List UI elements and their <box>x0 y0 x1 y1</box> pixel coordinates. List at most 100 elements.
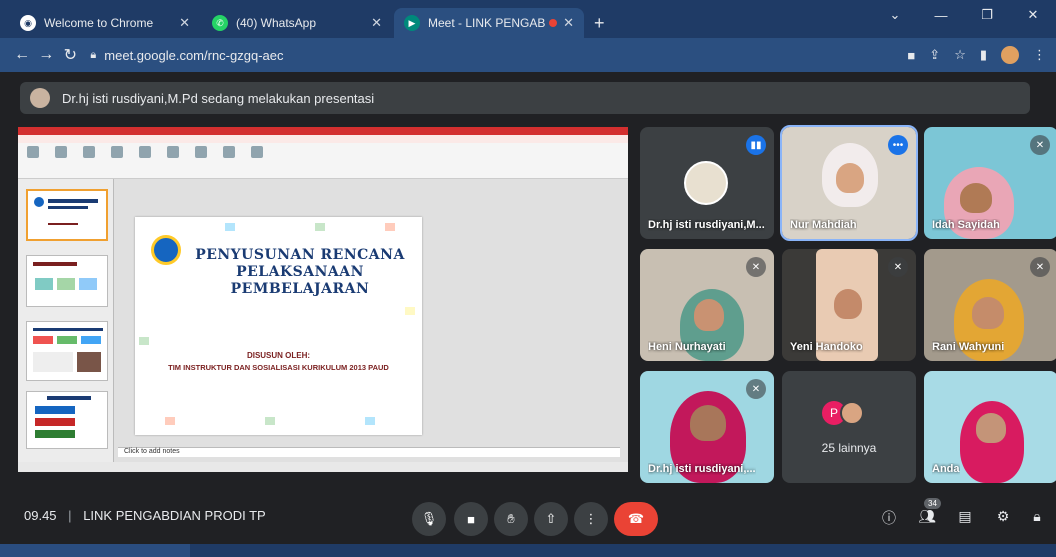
tab-meet[interactable]: ▶ Meet - LINK PENGABDIAN P ✕ <box>394 8 584 38</box>
slide-title-line: PELAKSANAAN <box>236 264 364 280</box>
slide-decoration <box>139 337 149 345</box>
participant-video <box>960 183 992 213</box>
slide-thumbnail <box>26 321 108 381</box>
share-icon[interactable]: ⇪ <box>929 47 940 63</box>
leave-call-button[interactable]: ☎︎ <box>614 502 658 536</box>
close-window-icon[interactable]: ✕ <box>1010 0 1056 30</box>
ribbon-button <box>22 146 44 175</box>
ribbon-button <box>218 146 240 175</box>
present-button[interactable]: ⇧ <box>534 502 568 536</box>
host-controls-icon[interactable]: 🔒︎ <box>1026 508 1048 525</box>
slide-title-line: PENYUSUNAN RENCANA <box>195 247 405 263</box>
mic-off-icon: ✕ <box>1030 257 1050 277</box>
meeting-info: 09.45 | LINK PENGABDIAN PRODI TP <box>24 508 266 523</box>
recording-icon <box>549 19 558 27</box>
ribbon-button <box>78 146 100 175</box>
ribbon-button <box>162 146 184 175</box>
camera-in-use-icon[interactable]: ■ <box>907 48 915 63</box>
more-options-icon[interactable]: ••• <box>888 135 908 155</box>
slide-decoration <box>405 307 415 315</box>
ribbon-button <box>134 146 156 175</box>
close-icon[interactable]: ✕ <box>179 15 190 31</box>
chat-icon[interactable]: ▤ <box>954 508 976 525</box>
participant-tile[interactable]: ✕ Rani Wahyuni <box>924 249 1056 361</box>
tab-bar: ◉ Welcome to Chrome ✕ ✆ (40) WhatsApp ✕ … <box>0 0 1056 38</box>
meeting-name: LINK PENGABDIAN PRODI TP <box>83 508 266 523</box>
meeting-details-icon[interactable]: ⓘ <box>878 508 900 528</box>
activities-icon[interactable]: ⚙︎ <box>992 508 1014 525</box>
people-icon[interactable]: 34 👥︎ <box>916 498 941 525</box>
whatsapp-icon: ✆ <box>212 15 228 31</box>
sidebar-icon[interactable]: ▮ <box>980 47 987 63</box>
restore-icon[interactable]: ❐ <box>964 0 1010 30</box>
participant-video <box>834 289 862 319</box>
ribbon-button <box>246 146 268 175</box>
speaking-icon: ▮▮ <box>746 135 766 155</box>
presenter-avatar <box>30 88 50 108</box>
menu-icon[interactable]: ⋮ <box>1033 47 1046 63</box>
participant-avatar <box>684 161 728 205</box>
participant-tile[interactable]: ✕ Dr.hj isti rusdiyani,... <box>640 371 774 483</box>
powerpoint-titlebar <box>18 127 628 135</box>
minimize-icon[interactable]: — <box>918 0 964 30</box>
powerpoint-ribbon-tabs <box>18 135 628 143</box>
chrome-icon: ◉ <box>20 15 36 31</box>
powerpoint-ribbon <box>18 143 628 179</box>
participant-video <box>976 413 1006 443</box>
people-count-badge: 34 <box>924 498 941 509</box>
taskbar-search[interactable] <box>0 544 190 557</box>
slide-decoration <box>165 417 175 425</box>
reload-icon[interactable]: ↻ <box>58 45 82 65</box>
slide-decoration <box>225 223 235 231</box>
forward-icon[interactable]: → <box>34 46 58 64</box>
browser-tools: ■ ⇪ ☆ ▮ ⋮ <box>907 46 1046 64</box>
tab-welcome-chrome[interactable]: ◉ Welcome to Chrome ✕ <box>10 8 200 38</box>
participant-tile[interactable]: ••• Nur Mahdiah <box>780 125 918 241</box>
slide-decoration <box>365 417 375 425</box>
participant-tile[interactable]: ✕ Yeni Handoko <box>782 249 916 361</box>
bookmark-star-icon[interactable]: ☆ <box>954 47 966 63</box>
url-field[interactable]: 🔒︎ meet.google.com/rnc-gzgq-aec <box>90 43 907 67</box>
ribbon-button <box>190 146 212 175</box>
close-icon[interactable]: ✕ <box>563 15 574 31</box>
profile-avatar[interactable] <box>1001 46 1019 64</box>
slide-notes: Click to add notes <box>118 447 620 457</box>
camera-button[interactable]: ■ <box>454 502 488 536</box>
more-options-button[interactable]: ⋮ <box>574 502 608 536</box>
new-tab-button[interactable]: + <box>586 8 613 38</box>
slide-author-label: DISUSUN OLEH: <box>246 351 311 360</box>
lock-icon[interactable]: 🔒︎ <box>90 49 96 62</box>
participant-tile[interactable]: ✕ Heni Nurhayati <box>640 249 774 361</box>
address-bar: ← → ↻ 🔒︎ meet.google.com/rnc-gzgq-aec ■ … <box>0 38 1056 72</box>
participant-tile[interactable]: ✕ Idah Sayidah <box>924 127 1056 239</box>
os-taskbar <box>0 544 1056 557</box>
tab-whatsapp[interactable]: ✆ (40) WhatsApp ✕ <box>202 8 392 38</box>
mic-off-icon: ✕ <box>746 257 766 277</box>
tut-wuri-handayani-logo <box>151 235 181 265</box>
participant-name: Anda <box>932 463 960 475</box>
participant-name: Heni Nurhayati <box>648 341 726 353</box>
tab-search-icon[interactable]: ⌄ <box>872 0 918 30</box>
participant-name: Yeni Handoko <box>790 341 863 353</box>
participant-tile[interactable]: Anda <box>924 371 1056 483</box>
participant-tile-overflow[interactable]: P 25 lainnya <box>782 371 916 483</box>
slide-thumbnail <box>26 189 108 241</box>
participant-tile[interactable]: ▮▮ Dr.hj isti rusdiyani,M... <box>640 127 774 239</box>
raise-hand-button[interactable]: ✋︎ <box>494 502 528 536</box>
microphone-button[interactable]: 🎙︎ <box>412 502 446 536</box>
slide-decoration <box>315 223 325 231</box>
meeting-time: 09.45 <box>24 508 57 523</box>
participant-video <box>690 405 726 441</box>
slide-author-team: TIM INSTRUKTUR DAN SOSIALISASI KURIKULUM… <box>168 363 389 372</box>
shared-screen[interactable]: PENYUSUNAN RENCANA PELAKSANAAN PEMBELAJA… <box>18 127 628 472</box>
slide-thumbnail <box>26 255 108 307</box>
mic-off-icon: ✕ <box>888 257 908 277</box>
participant-name: Nur Mahdiah <box>790 219 857 231</box>
participant-name: Dr.hj isti rusdiyani,M... <box>648 219 765 231</box>
slide-title: PENYUSUNAN RENCANA PELAKSANAAN PEMBELAJA… <box>185 247 415 298</box>
current-slide: PENYUSUNAN RENCANA PELAKSANAAN PEMBELAJA… <box>135 217 422 435</box>
overflow-avatar-photo <box>840 401 864 425</box>
close-icon[interactable]: ✕ <box>371 15 382 31</box>
tab-title: Welcome to Chrome <box>44 16 154 30</box>
back-icon[interactable]: ← <box>10 46 34 64</box>
